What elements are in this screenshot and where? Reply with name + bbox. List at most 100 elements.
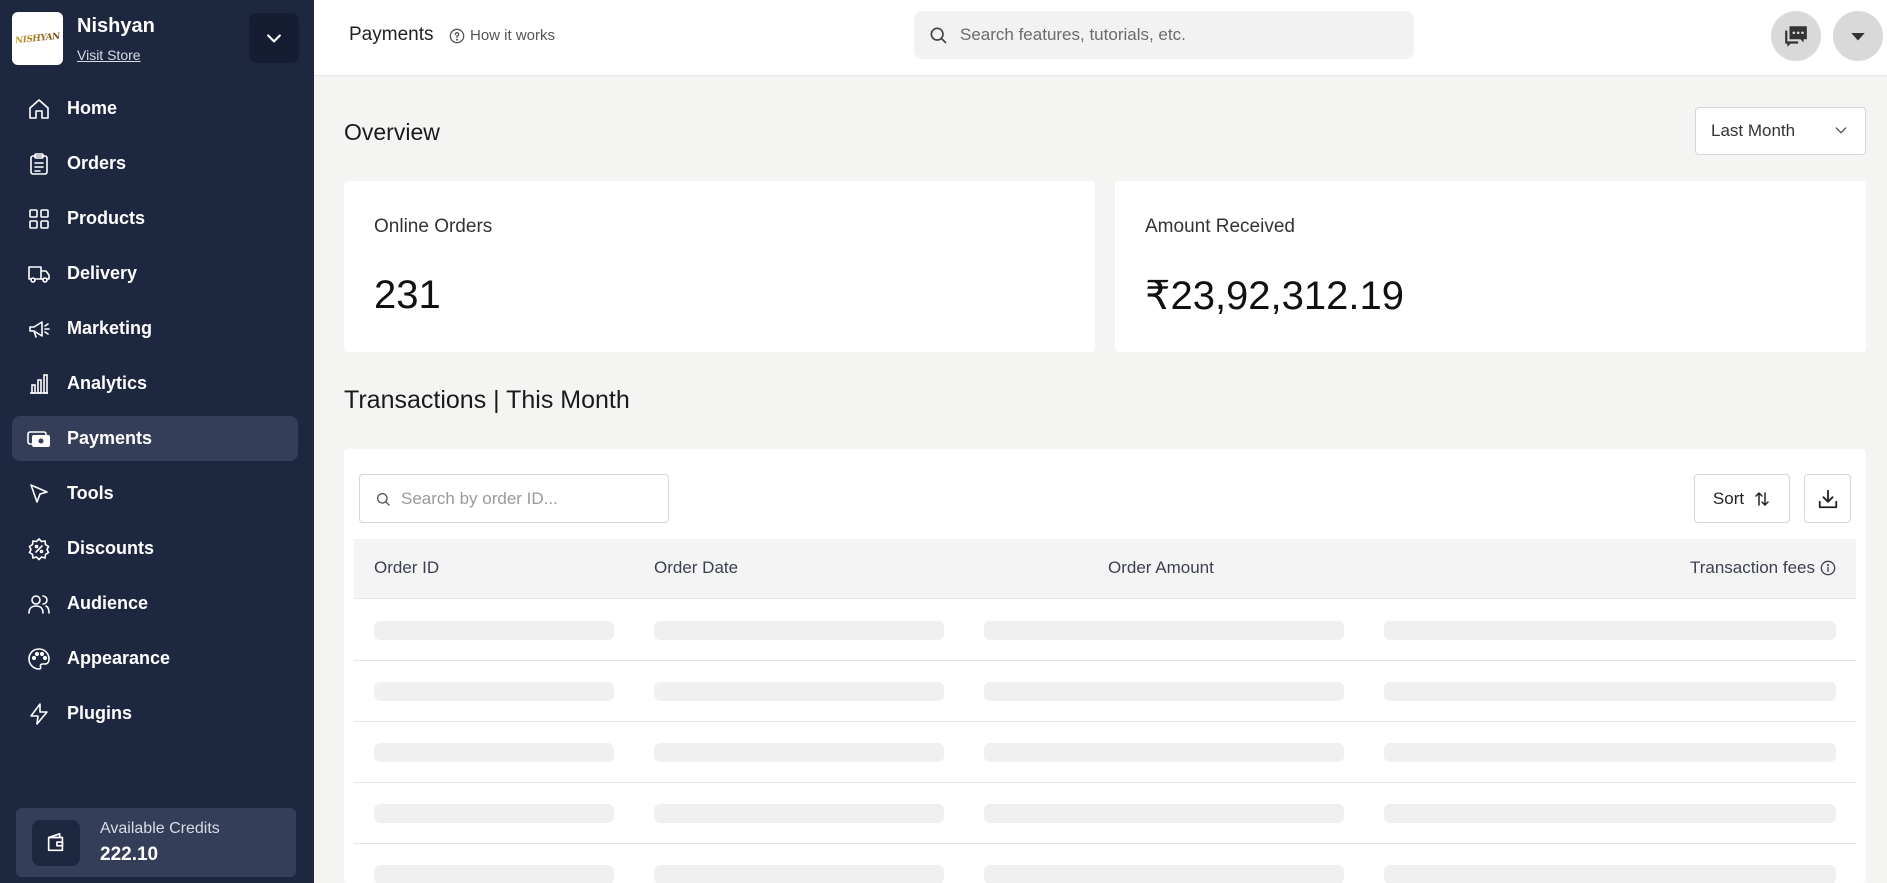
table-header: Order ID Order Date Order Amount Transac… [354,539,1856,599]
sidebar-item-marketing[interactable]: Marketing [12,306,298,351]
sidebar-item-label: Discounts [67,538,155,558]
loading-skeleton [654,865,944,883]
sort-button[interactable]: Sort [1694,474,1790,523]
loading-skeleton [654,682,944,701]
column-transaction-fees-label: Transaction fees [1689,558,1815,577]
store-menu-toggle[interactable] [249,13,299,63]
search-icon [930,27,947,44]
sidebar-item-label: Orders [67,153,127,173]
table-row [354,600,1856,661]
sidebar-item-tools[interactable]: Tools [12,471,298,516]
megaphone-icon [27,317,51,341]
table-row [354,722,1856,783]
download-button[interactable] [1804,474,1851,523]
period-select[interactable]: Last Month [1695,107,1866,155]
loading-skeleton [1384,621,1836,640]
sidebar-item-label: Plugins [67,703,133,723]
sidebar-item-label: Audience [67,593,149,613]
sidebar-item-delivery[interactable]: Delivery [12,251,298,296]
loading-skeleton [374,682,614,701]
sidebar-item-home[interactable]: Home [12,86,298,131]
column-order-date[interactable]: Order Date [654,558,738,578]
table-row [354,844,1856,883]
stat-value: 231 [374,273,441,317]
caret-down-icon [1851,33,1865,41]
sidebar-item-appearance[interactable]: Appearance [12,636,298,681]
chat-support-button[interactable] [1771,11,1821,61]
truck-icon [27,262,51,286]
order-search-input[interactable]: Search by order ID... [359,474,669,523]
stat-label: Online Orders [374,216,493,237]
wallet-icon [32,820,80,866]
sidebar-item-plugins[interactable]: Plugins [12,691,298,736]
sidebar-item-label: Tools [67,483,114,503]
how-it-works-label: How it works [470,27,556,44]
loading-skeleton [374,804,614,823]
sidebar-item-label: Products [67,208,146,228]
sidebar-item-discounts[interactable]: Discounts [12,526,298,571]
available-credits-card[interactable]: Available Credits 222.10 [16,808,296,877]
overview-title: Overview [344,119,440,145]
column-order-amount[interactable]: Order Amount [1108,558,1214,578]
users-icon [27,592,51,616]
loading-skeleton [984,621,1344,640]
download-icon [1818,489,1837,508]
loading-skeleton [654,804,944,823]
online-orders-card: Online Orders 231 [344,181,1095,352]
visit-store-link[interactable]: Visit Store [77,47,141,63]
loading-skeleton [1384,682,1836,701]
loading-skeleton [984,682,1344,701]
cursor-icon [27,482,51,506]
sidebar-nav: Home Orders Products Delivery Marketing … [12,86,298,746]
sidebar-item-products[interactable]: Products [12,196,298,241]
order-search-placeholder: Search by order ID... [401,488,558,508]
column-transaction-fees[interactable]: Transaction fees [1690,558,1836,578]
table-row [354,783,1856,844]
loading-skeleton [374,743,614,762]
wallet-cash-icon [27,427,51,451]
store-name: Nishyan [77,15,155,37]
lightning-icon [27,702,51,726]
sidebar-item-audience[interactable]: Audience [12,581,298,626]
account-menu-button[interactable] [1833,11,1883,61]
page-title: Payments [349,24,434,45]
help-circle-icon [449,28,465,43]
column-order-id[interactable]: Order ID [374,558,439,578]
table-row [354,661,1856,722]
info-icon[interactable] [1820,560,1836,576]
loading-skeleton [374,865,614,883]
chat-icon [1785,26,1807,47]
sidebar-item-label: Payments [67,428,153,448]
transactions-title: Transactions | This Month [344,386,630,414]
loading-skeleton [1384,804,1836,823]
transactions-table-card: Search by order ID... Sort Order ID Orde… [344,449,1866,883]
palette-icon [27,647,51,671]
chevron-down-icon [1835,127,1847,134]
amount-received-card: Amount Received ₹23,92,312.19 [1115,181,1866,352]
sidebar-item-orders[interactable]: Orders [12,141,298,186]
clipboard-icon [27,152,51,176]
loading-skeleton [1384,743,1836,762]
store-logo[interactable]: NISHYAN [12,12,63,65]
global-search-placeholder: Search features, tutorials, etc. [960,25,1186,44]
how-it-works-link[interactable]: How it works [449,27,555,44]
loading-skeleton [374,621,614,640]
sort-label: Sort [1712,488,1745,508]
stat-label: Amount Received [1145,216,1295,237]
home-icon [27,97,51,121]
sidebar-item-label: Home [67,98,118,118]
sidebar: NISHYAN Nishyan Visit Store Home Orders … [0,0,314,883]
loading-skeleton [984,865,1344,883]
global-search-input[interactable]: Search features, tutorials, etc. [914,11,1414,59]
loading-skeleton [984,743,1344,762]
discount-badge-icon [27,537,51,561]
sort-arrows-icon [1755,491,1769,506]
period-select-value: Last Month [1711,121,1796,140]
search-icon [377,492,390,506]
sidebar-item-payments[interactable]: Payments [12,416,298,461]
sidebar-item-label: Appearance [67,648,171,668]
sidebar-item-analytics[interactable]: Analytics [12,361,298,406]
store-switcher: NISHYAN Nishyan Visit Store [12,12,300,65]
grid-icon [27,207,51,231]
loading-skeleton [654,743,944,762]
